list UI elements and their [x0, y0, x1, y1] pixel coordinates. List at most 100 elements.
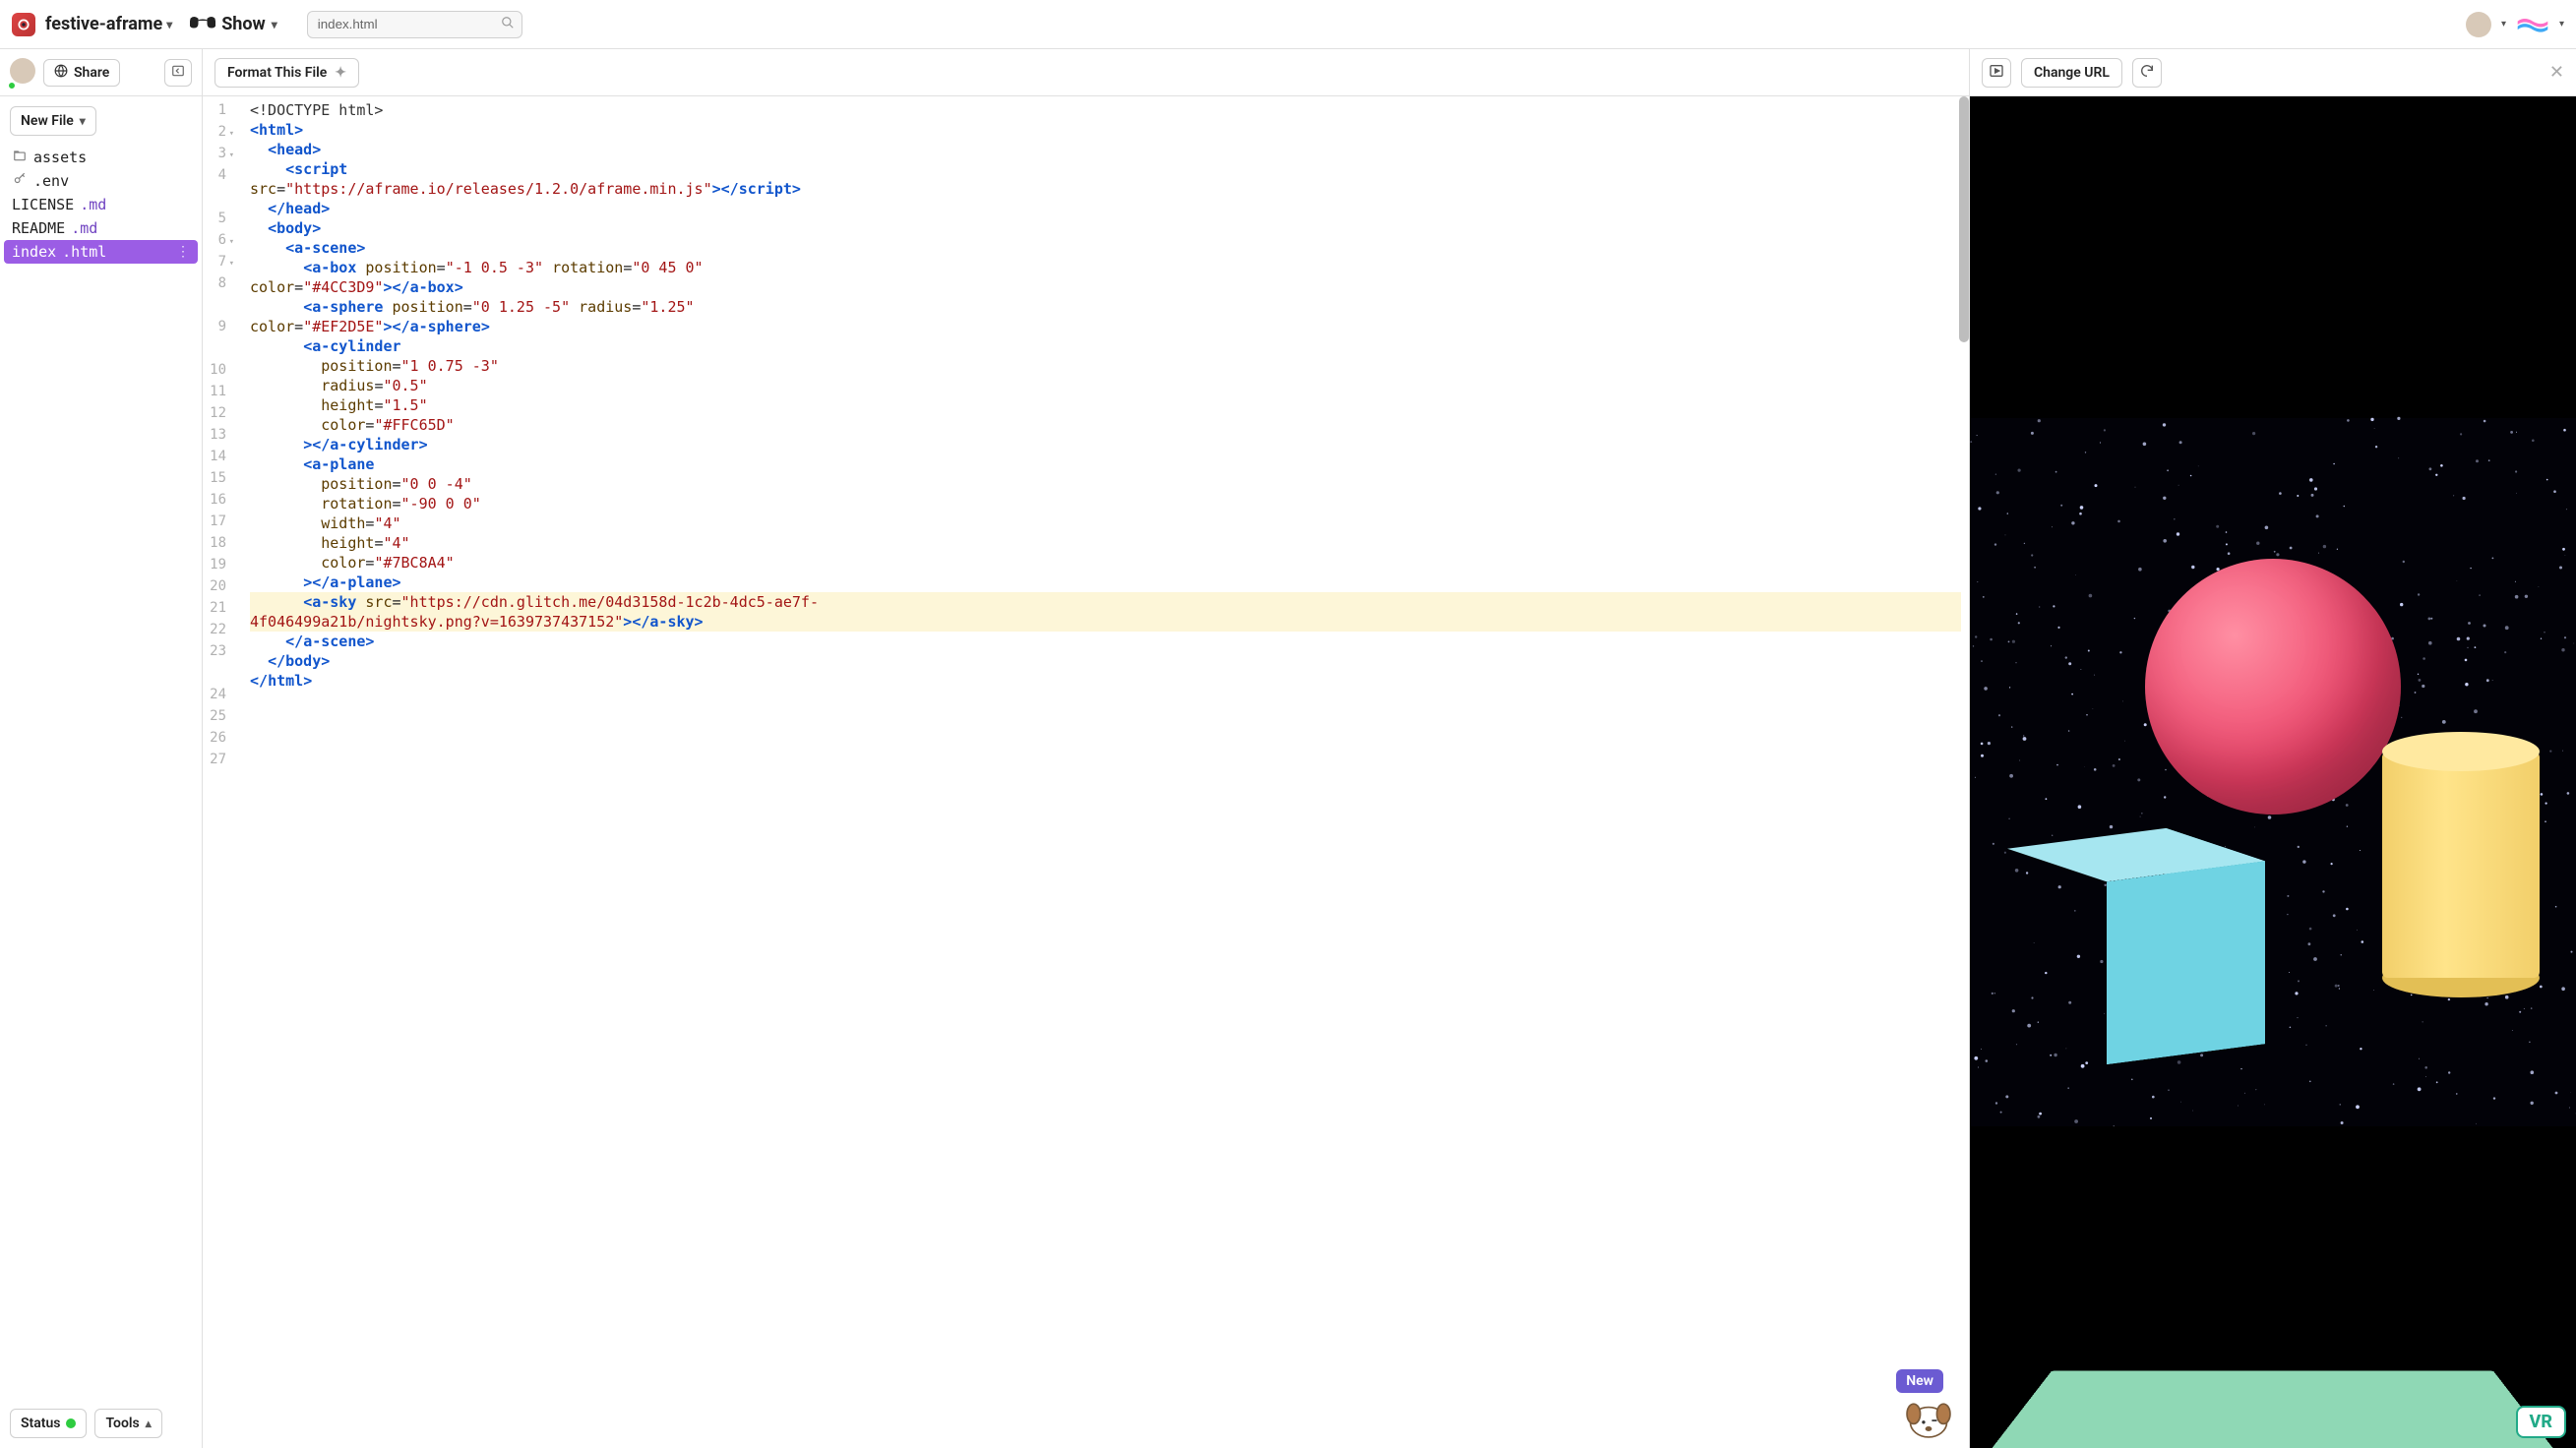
- left-top-bar: Share: [0, 49, 202, 96]
- editor-column: Format This File ✦ 1 2 ▾3 ▾4 5 6 ▾7 ▾8 9…: [203, 49, 1970, 1448]
- search-icon[interactable]: [501, 16, 515, 33]
- code-line[interactable]: radius="0.5": [250, 376, 1961, 395]
- code-line[interactable]: [250, 691, 1961, 710]
- project-name-dropdown[interactable]: festive-aframe ▾: [45, 14, 172, 34]
- scrollbar[interactable]: [1959, 96, 1969, 342]
- code-line[interactable]: <!DOCTYPE html>: [250, 100, 1961, 120]
- chevron-up-icon: ▴: [146, 1417, 152, 1430]
- user-avatar[interactable]: [2466, 12, 2491, 37]
- scene-plane: [1970, 1371, 2576, 1448]
- code-line[interactable]: <a-sphere position="0 1.25 -5" radius="1…: [250, 297, 1961, 317]
- top-header: festive-aframe ▾ Show ▾ ▾ ▾: [0, 0, 2576, 49]
- file-ext: .md: [80, 196, 106, 213]
- project-logo: [12, 13, 35, 36]
- refresh-preview-button[interactable]: [2132, 58, 2162, 88]
- scene-sphere: [2145, 559, 2401, 814]
- sunglasses-icon: [190, 14, 215, 34]
- code-line[interactable]: </head>: [250, 199, 1961, 218]
- close-preview-button[interactable]: ✕: [2549, 62, 2564, 83]
- file-search-wrap: [297, 11, 522, 38]
- glitch-logo[interactable]: [2516, 14, 2549, 35]
- file-search-input[interactable]: [307, 11, 522, 38]
- main-area: Share New File ▾ assets.envLICENSE.mdREA…: [0, 49, 2576, 1448]
- code-line[interactable]: <a-cylinder: [250, 336, 1961, 356]
- file-name: .env: [33, 172, 69, 190]
- vr-button[interactable]: VR: [2516, 1406, 2566, 1438]
- code-line[interactable]: </html>: [250, 671, 1961, 691]
- new-file-button[interactable]: New File ▾: [10, 106, 96, 136]
- code-line[interactable]: color="#EF2D5E"></a-sphere>: [250, 317, 1961, 336]
- new-file-label: New File: [21, 113, 74, 129]
- code-line[interactable]: position="1 0.75 -3": [250, 356, 1961, 376]
- share-label: Share: [74, 65, 109, 81]
- code-line[interactable]: <a-plane: [250, 454, 1961, 474]
- left-bottom-bar: Status Tools ▴: [0, 1399, 202, 1448]
- show-label: Show: [221, 14, 266, 34]
- collapse-sidebar-button[interactable]: [164, 59, 192, 87]
- tools-label: Tools: [105, 1416, 139, 1431]
- folder-icon: [12, 149, 28, 166]
- code-line[interactable]: ></a-plane>: [250, 573, 1961, 592]
- chevron-down-icon: ▾: [166, 18, 172, 31]
- file-item-env[interactable]: .env: [4, 169, 198, 193]
- chevron-down-icon[interactable]: ▾: [2501, 19, 2506, 30]
- code-line[interactable]: color="#FFC65D": [250, 415, 1961, 435]
- code-line[interactable]: src="https://aframe.io/releases/1.2.0/af…: [250, 179, 1961, 199]
- code-line[interactable]: <a-sky src="https://cdn.glitch.me/04d315…: [250, 592, 1961, 612]
- scene-box: [2056, 845, 2215, 1049]
- code-line[interactable]: <html>: [250, 120, 1961, 140]
- format-file-button[interactable]: Format This File ✦: [215, 58, 359, 88]
- presence-avatar[interactable]: [10, 58, 35, 88]
- tools-button[interactable]: Tools ▴: [94, 1409, 161, 1438]
- chevron-down-icon: ▾: [80, 114, 86, 128]
- code-line[interactable]: position="0 0 -4": [250, 474, 1961, 494]
- file-item-assets[interactable]: assets: [4, 146, 198, 169]
- status-label: Status: [21, 1416, 60, 1431]
- code-line[interactable]: color="#4CC3D9"></a-box>: [250, 277, 1961, 297]
- editor-top-bar: Format This File ✦: [203, 49, 1969, 96]
- code-line[interactable]: </a-scene>: [250, 632, 1961, 651]
- glitch-help-icon[interactable]: [1902, 1389, 1955, 1442]
- project-name-label: festive-aframe: [45, 14, 162, 34]
- status-dot-icon: [66, 1418, 76, 1428]
- file-tree[interactable]: assets.envLICENSE.mdREADME.mdindex.html⋮: [0, 146, 202, 1399]
- code-line[interactable]: <script: [250, 159, 1961, 179]
- code-line[interactable]: <a-box position="-1 0.5 -3" rotation="0 …: [250, 258, 1961, 277]
- code-editor[interactable]: <!DOCTYPE html><html> <head> <scriptsrc=…: [242, 96, 1969, 1448]
- chevron-down-icon[interactable]: ▾: [2559, 19, 2564, 30]
- show-dropdown[interactable]: Show ▾: [190, 14, 277, 34]
- globe-icon: [54, 64, 68, 82]
- code-line[interactable]: <a-scene>: [250, 238, 1961, 258]
- file-name: assets: [33, 149, 87, 166]
- code-line[interactable]: <body>: [250, 218, 1961, 238]
- code-line[interactable]: rotation="-90 0 0": [250, 494, 1961, 513]
- code-line[interactable]: </body>: [250, 651, 1961, 671]
- file-item-indexhtml[interactable]: index.html⋮: [4, 240, 198, 264]
- code-line[interactable]: color="#7BC8A4": [250, 553, 1961, 573]
- share-button[interactable]: Share: [43, 59, 120, 87]
- code-line[interactable]: height="1.5": [250, 395, 1961, 415]
- code-line[interactable]: <head>: [250, 140, 1961, 159]
- chevron-down-icon: ▾: [272, 18, 277, 31]
- file-item-LICENSEmd[interactable]: LICENSE.md: [4, 193, 198, 216]
- code-line[interactable]: ></a-cylinder>: [250, 435, 1961, 454]
- status-button[interactable]: Status: [10, 1409, 87, 1438]
- file-name: README: [12, 219, 65, 237]
- code-line[interactable]: height="4": [250, 533, 1961, 553]
- preview-frame[interactable]: VR: [1970, 96, 2576, 1448]
- editor-area[interactable]: 1 2 ▾3 ▾4 5 6 ▾7 ▾8 9 10 11 12 13 14 15 …: [203, 96, 1969, 1448]
- header-right: ▾ ▾: [2466, 12, 2564, 37]
- file-menu-icon[interactable]: ⋮: [176, 244, 190, 260]
- scene-cylinder: [2382, 732, 2540, 997]
- code-line[interactable]: 4f046499a21b/nightsky.png?v=163973743715…: [250, 612, 1961, 632]
- open-preview-button[interactable]: [1982, 58, 2011, 88]
- format-file-label: Format This File: [227, 65, 327, 81]
- line-gutter: 1 2 ▾3 ▾4 5 6 ▾7 ▾8 9 10 11 12 13 14 15 …: [203, 96, 242, 1448]
- code-line[interactable]: width="4": [250, 513, 1961, 533]
- file-ext: .html: [62, 243, 106, 261]
- file-ext: .md: [71, 219, 97, 237]
- change-url-label: Change URL: [2034, 65, 2110, 81]
- left-sidebar: Share New File ▾ assets.envLICENSE.mdREA…: [0, 49, 203, 1448]
- change-url-button[interactable]: Change URL: [2021, 58, 2122, 88]
- file-item-READMEmd[interactable]: README .md: [4, 216, 198, 240]
